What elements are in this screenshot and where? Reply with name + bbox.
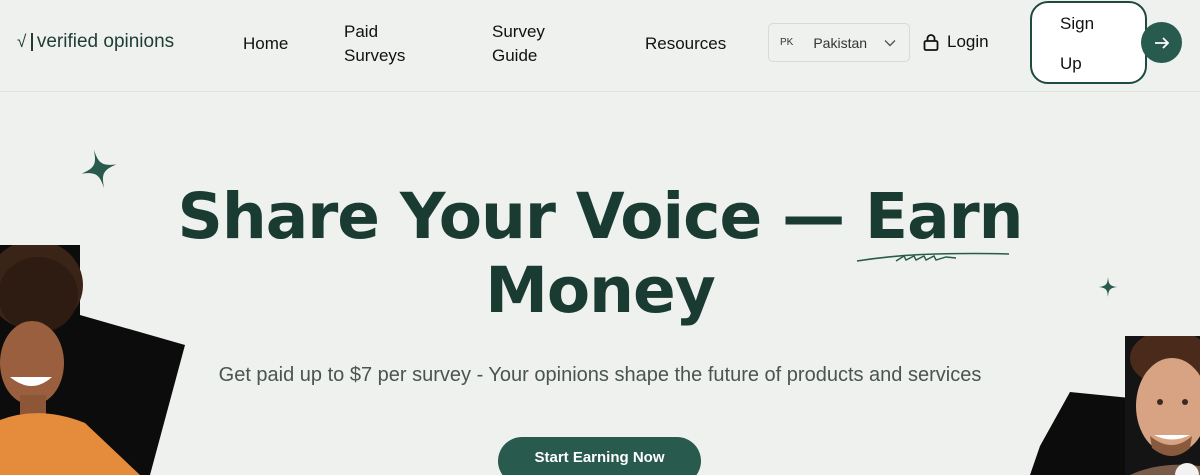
man-photo — [1030, 336, 1200, 475]
logo[interactable]: √ verified opinions — [17, 31, 174, 53]
nav-paid-surveys[interactable]: Paid Surveys — [344, 20, 424, 68]
arrow-right-icon — [1154, 36, 1169, 49]
chevron-down-icon — [884, 40, 896, 47]
sign-up-label-line2: Up — [1060, 54, 1082, 73]
hero-title-line1: Share Your Voice — Earn — [177, 180, 1023, 253]
hero-subtitle: Get paid up to $7 per survey - Your opin… — [218, 364, 982, 386]
underline-squiggle — [856, 252, 1010, 262]
lock-icon — [923, 34, 939, 51]
country-code: PK — [780, 37, 794, 48]
logo-text: verified opinions — [36, 31, 175, 52]
country-name: Pakistan — [813, 34, 868, 51]
nav-survey-guide[interactable]: Survey Guide — [492, 20, 562, 68]
sign-up-arrow-button[interactable] — [1141, 22, 1182, 63]
login-link[interactable]: Login — [922, 32, 989, 52]
site-header: √ verified opinions Home Paid Surveys Su… — [0, 0, 1200, 92]
start-earning-button[interactable]: Start Earning Now — [498, 437, 701, 475]
nav-home[interactable]: Home — [243, 32, 288, 56]
hero-title-line2: Money — [485, 254, 716, 327]
sign-up-button[interactable]: Sign Up — [1030, 1, 1147, 84]
login-label: Login — [947, 32, 989, 51]
nav-resources[interactable]: Resources — [645, 32, 726, 56]
checkmark-icon: √ — [17, 32, 27, 51]
country-selector[interactable]: PK Pakistan — [768, 23, 910, 62]
logo-divider — [31, 33, 33, 51]
sign-up-label-line1: Sign — [1060, 14, 1095, 33]
